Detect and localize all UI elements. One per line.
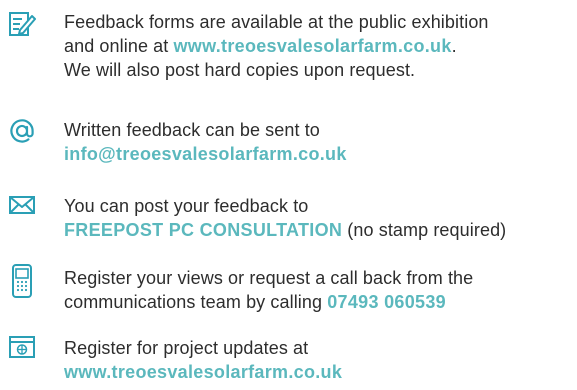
email-link[interactable]: info@treoesvalesolarfarm.co.uk [64, 144, 347, 164]
post-feedback-line-2-suffix: (no stamp required) [342, 220, 507, 240]
phone-number-link[interactable]: 07493 060539 [327, 292, 446, 312]
project-updates-line-1: Register for project updates at [64, 338, 309, 358]
project-updates-website-link[interactable]: www.treoesvalesolarfarm.co.uk [64, 362, 342, 382]
freepost-address: FREEPOST PC CONSULTATION [64, 220, 343, 240]
at-sign-icon [8, 117, 36, 145]
feedback-form-icon [8, 10, 36, 38]
browser-window-icon [8, 333, 36, 361]
feedback-forms-line-2-suffix: . [451, 36, 457, 56]
mobile-phone-icon [8, 263, 36, 299]
email-feedback-line-1: Written feedback can be sent to [64, 120, 320, 140]
phone-line-1: Register your views or request a call ba… [64, 268, 474, 288]
feedback-forms-line-1: Feedback forms are available at the publ… [64, 12, 489, 32]
envelope-icon [8, 191, 36, 219]
website-link[interactable]: www.treoesvalesolarfarm.co.uk [174, 36, 452, 56]
feedback-forms-line-3: We will also post hard copies upon reque… [64, 60, 416, 80]
feedback-forms-line-2-prefix: and online at [64, 36, 174, 56]
phone-line-2-prefix: communications team by calling [64, 292, 328, 312]
post-feedback-line-1: You can post your feedback to [64, 196, 309, 216]
